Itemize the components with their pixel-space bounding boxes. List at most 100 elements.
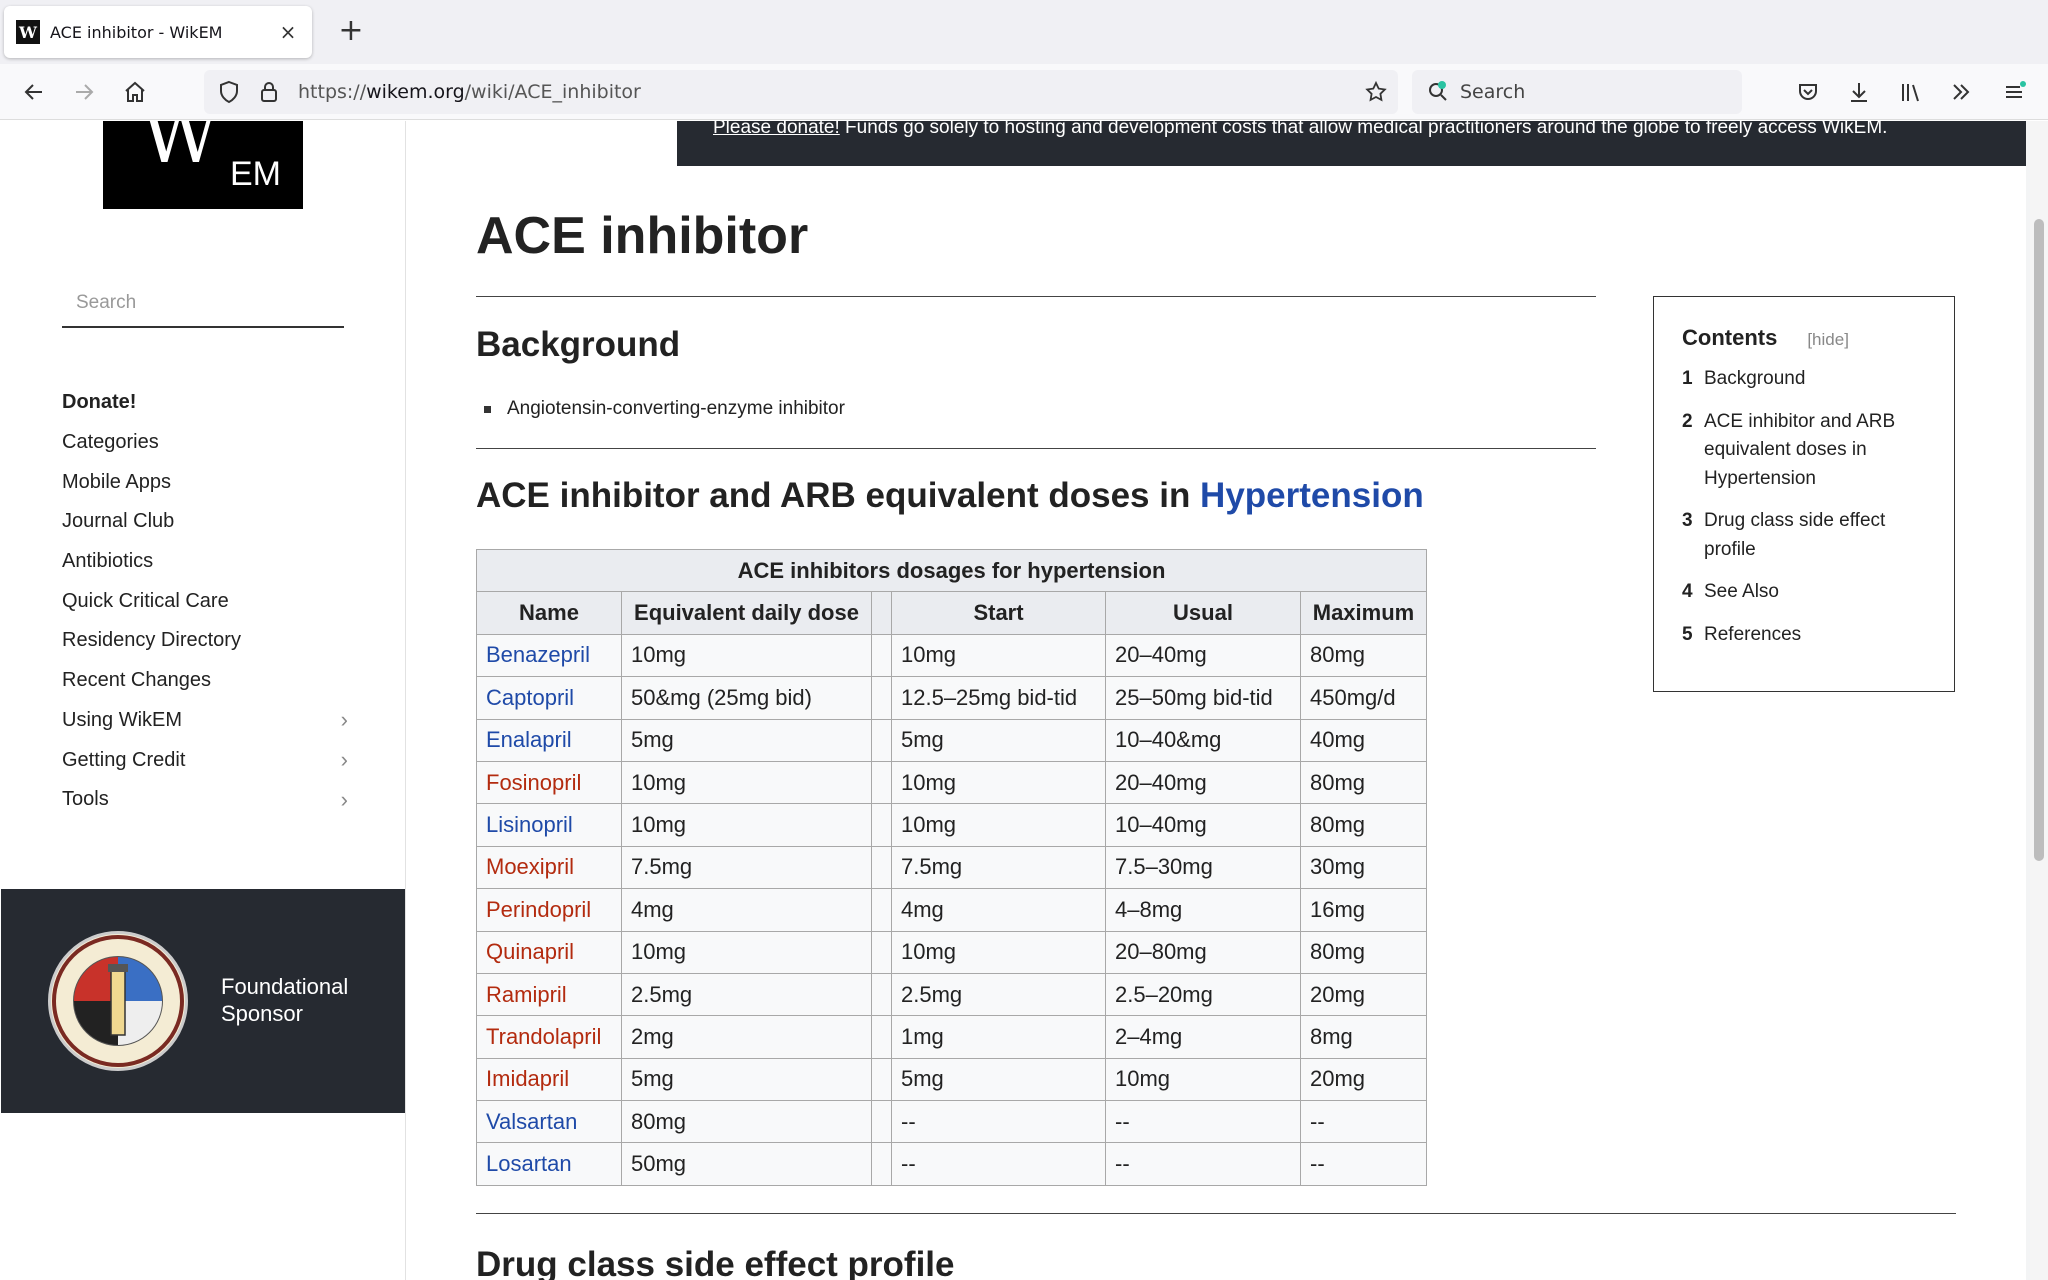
downloads-button[interactable] xyxy=(1841,74,1877,110)
table-cell: 4–8mg xyxy=(1105,888,1301,932)
table-cell: 10mg xyxy=(891,930,1106,974)
app-menu-button[interactable] xyxy=(1996,74,2032,110)
back-button[interactable] xyxy=(16,74,52,110)
drug-name-link[interactable]: Lisinopril xyxy=(476,803,622,847)
close-tab-icon[interactable]: × xyxy=(276,20,300,44)
toc-item-see-also[interactable]: 4 See Also xyxy=(1682,578,1926,607)
table-cell: 7.5–30mg xyxy=(1105,845,1301,890)
table-cell: 450mg/d xyxy=(1300,676,1427,720)
shield-icon[interactable] xyxy=(218,80,240,104)
sidebar-nav: Donate! Categories Mobile Apps Journal C… xyxy=(62,383,352,820)
hamburger-menu-icon xyxy=(2006,81,2026,98)
drug-name-link[interactable]: Enalapril xyxy=(476,718,622,762)
table-cell: 10mg xyxy=(621,760,872,805)
new-tab-button[interactable]: + xyxy=(334,14,368,48)
sidebar-item-donate[interactable]: Donate! xyxy=(62,383,352,423)
drug-name-link[interactable]: Fosinopril xyxy=(476,760,622,805)
column-gap xyxy=(871,930,892,974)
drug-name-link[interactable]: Moexipril xyxy=(476,845,622,890)
table-cell: 5mg xyxy=(621,1057,872,1102)
wikem-favicon-icon: W xyxy=(16,20,40,44)
drug-name-link[interactable]: Quinapril xyxy=(476,930,622,974)
drug-name-link[interactable]: Valsartan xyxy=(476,1100,622,1144)
toc-item-references[interactable]: 5 References xyxy=(1682,621,1926,650)
table-cell: 20mg xyxy=(1300,972,1427,1017)
browser-search-bar[interactable]: Search xyxy=(1412,70,1742,114)
sidebar-item-categories[interactable]: Categories xyxy=(62,423,352,463)
drug-name-link[interactable]: Perindopril xyxy=(476,888,622,932)
sidebar-item-antibiotics[interactable]: Antibiotics xyxy=(62,542,352,582)
scrollbar-thumb[interactable] xyxy=(2034,219,2044,861)
section-heading-doses: ACE inhibitor and ARB equivalent doses i… xyxy=(476,476,1424,515)
table-cell: 2–4mg xyxy=(1105,1015,1301,1059)
table-cell: 2.5mg xyxy=(891,972,1106,1017)
table-cell: 4mg xyxy=(891,888,1106,932)
pocket-button[interactable] xyxy=(1790,74,1826,110)
drug-name-link[interactable]: Trandolapril xyxy=(476,1015,622,1059)
sidebar-item-mobile-apps[interactable]: Mobile Apps xyxy=(62,462,352,502)
overflow-menu-button[interactable] xyxy=(1943,74,1979,110)
table-row: Fosinopril 10mg 10mg 20–40mg 80mg xyxy=(476,760,1427,805)
toc-item-background[interactable]: 1 Background xyxy=(1682,365,1926,394)
drug-name-link[interactable]: Captopril xyxy=(476,676,622,720)
sidebar-item-using-wikem[interactable]: Using WikEM › xyxy=(62,701,352,741)
table-row: Perindopril 4mg 4mg 4–8mg 16mg xyxy=(476,888,1427,932)
home-button[interactable] xyxy=(117,74,153,110)
table-cell: 80mg xyxy=(1300,930,1427,974)
drug-name-link[interactable]: Ramipril xyxy=(476,972,622,1017)
sidebar-item-quick-critical-care[interactable]: Quick Critical Care xyxy=(62,581,352,621)
toc-hide-toggle[interactable]: [hide] xyxy=(1807,330,1849,349)
table-cell: 10mg xyxy=(891,803,1106,847)
sidebar-item-residency-directory[interactable]: Residency Directory xyxy=(62,621,352,661)
table-cell: 2.5mg xyxy=(621,972,872,1017)
chevron-right-icon[interactable]: › xyxy=(341,787,352,813)
home-icon xyxy=(125,81,145,102)
column-gap xyxy=(871,1015,892,1059)
wikem-logo[interactable]: W EM xyxy=(103,121,303,209)
table-cell: 10–40mg xyxy=(1105,803,1301,847)
table-cell: 2mg xyxy=(621,1015,872,1059)
drug-name-link[interactable]: Imidapril xyxy=(476,1057,622,1102)
lock-icon[interactable] xyxy=(258,80,280,104)
tab-ace-inhibitor[interactable]: W ACE inhibitor - WikEM × xyxy=(4,6,312,58)
page-scrollbar[interactable] xyxy=(2030,121,2048,1280)
dosage-table: ACE inhibitors dosages for hypertension … xyxy=(476,548,1427,1186)
drug-name-link[interactable]: Losartan xyxy=(476,1142,622,1186)
column-header-equivalent-dose: Equivalent daily dose xyxy=(621,591,872,635)
forward-button[interactable] xyxy=(66,74,102,110)
column-gap xyxy=(871,1142,892,1186)
sidebar-search-input[interactable]: Search xyxy=(62,284,344,328)
table-header-row: Name Equivalent daily dose Start Usual M… xyxy=(476,591,1427,635)
table-cell: 5mg xyxy=(891,718,1106,762)
sidebar-item-recent-changes[interactable]: Recent Changes xyxy=(62,661,352,701)
nav-bar: https://wikem.org/wiki/ACE_inhibitor Sea… xyxy=(0,64,2048,120)
toc-item-equivalent-doses[interactable]: 2 ACE inhibitor and ARB equivalent doses … xyxy=(1682,408,1926,494)
sidebar-item-getting-credit[interactable]: Getting Credit › xyxy=(62,740,352,780)
chevron-right-icon[interactable]: › xyxy=(341,747,352,773)
please-donate-link[interactable]: Please donate! xyxy=(713,121,840,138)
back-arrow-icon xyxy=(24,84,42,100)
chevron-right-icon[interactable]: › xyxy=(341,707,352,733)
drug-name-link[interactable]: Benazepril xyxy=(476,633,622,678)
library-button[interactable] xyxy=(1893,74,1929,110)
url-text[interactable]: https://wikem.org/wiki/ACE_inhibitor xyxy=(298,81,641,103)
bullet-square-icon xyxy=(484,405,491,413)
table-cell: 20–80mg xyxy=(1105,930,1301,974)
table-cell: 10–40&mg xyxy=(1105,718,1301,762)
column-gap xyxy=(871,718,892,762)
sidebar-item-tools[interactable]: Tools › xyxy=(62,780,352,820)
table-cell: 80mg xyxy=(1300,803,1427,847)
toc-list: 1 Background 2 ACE inhibitor and ARB equiv… xyxy=(1682,365,1926,649)
hypertension-link[interactable]: Hypertension xyxy=(1200,476,1424,515)
sidebar-item-journal-club[interactable]: Journal Club xyxy=(62,502,352,542)
url-bar[interactable]: https://wikem.org/wiki/ACE_inhibitor xyxy=(204,70,1398,114)
table-cell: 2.5–20mg xyxy=(1105,972,1301,1017)
logo-em: EM xyxy=(230,155,281,193)
foundational-sponsor-panel[interactable]: Foundational Sponsor xyxy=(1,889,405,1113)
bookmark-star-icon[interactable] xyxy=(1364,80,1388,104)
table-cell: 16mg xyxy=(1300,888,1427,932)
column-gap xyxy=(871,760,892,805)
table-of-contents: Contents [hide] 1 Background 2 ACE inhibito… xyxy=(1653,296,1955,692)
toc-item-side-effects[interactable]: 3 Drug class side effect profile xyxy=(1682,507,1926,564)
logo-w: W xyxy=(141,121,220,180)
